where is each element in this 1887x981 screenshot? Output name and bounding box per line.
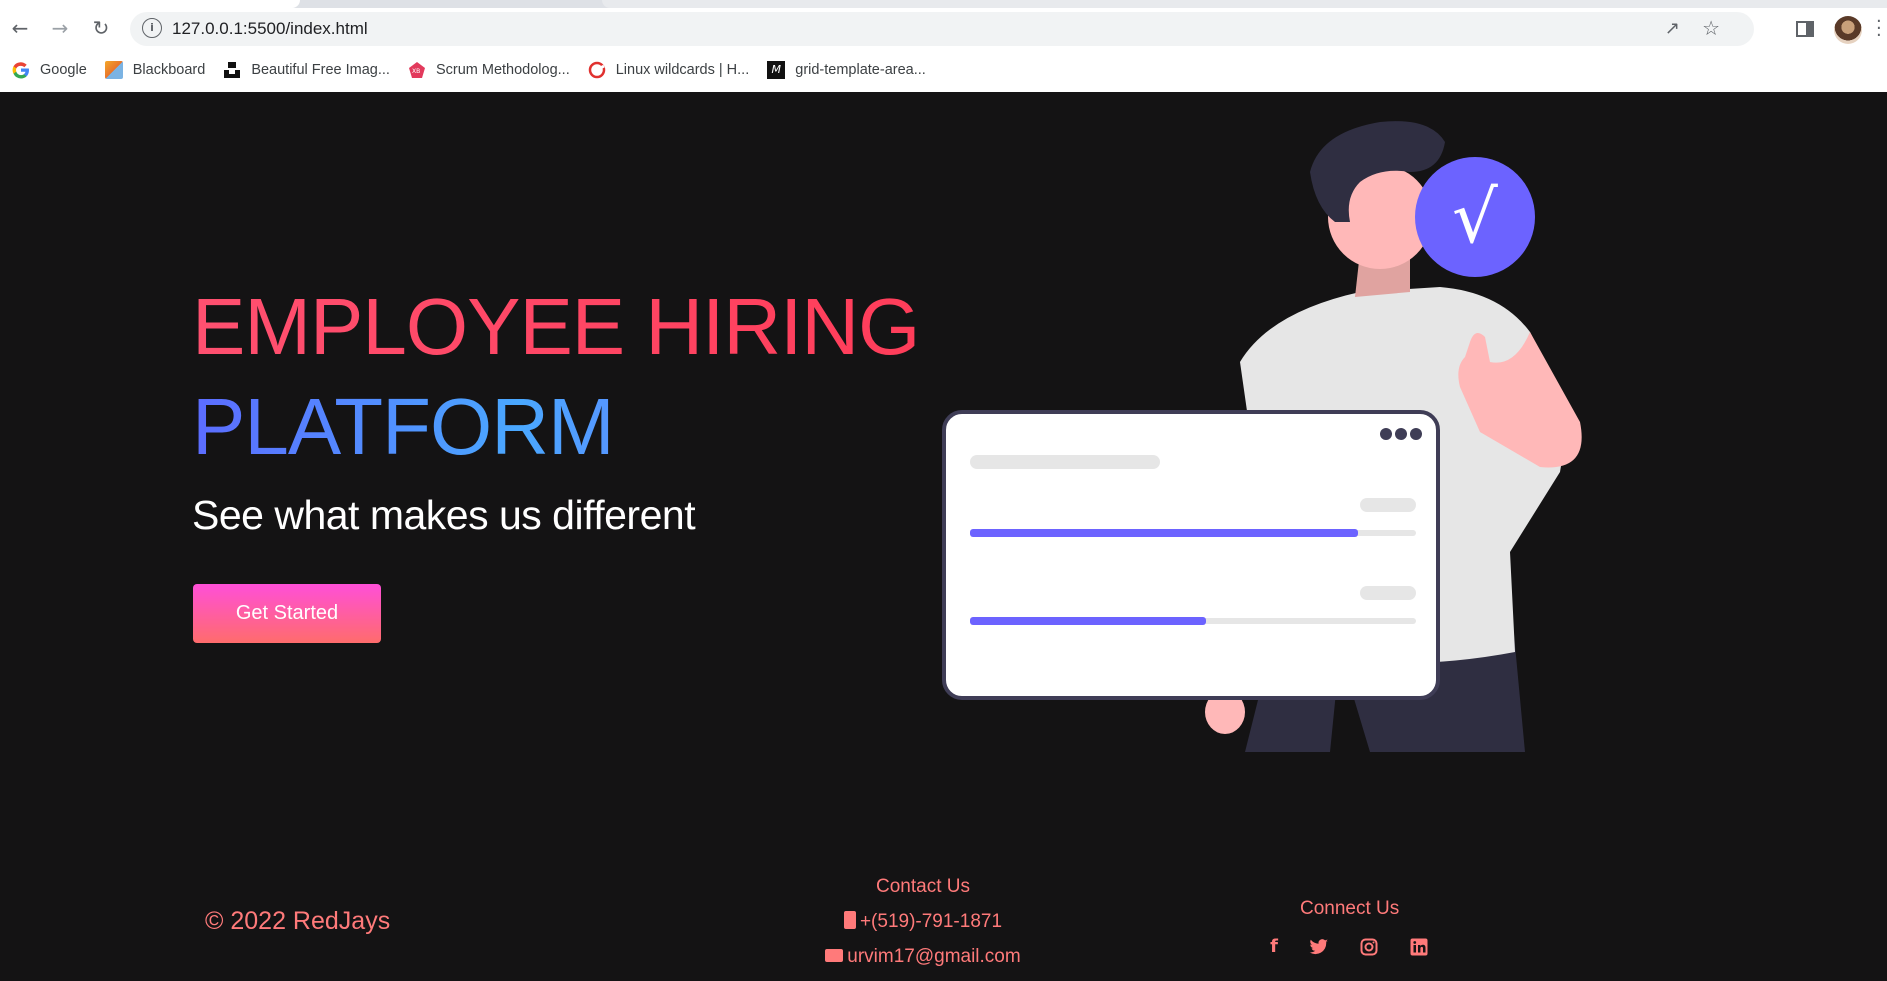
hero-subtitle: See what makes us different xyxy=(192,492,696,538)
bookmark-google[interactable]: Google xyxy=(12,56,87,84)
browser-chrome: ← → ↻ i 127.0.0.1:5500/index.html ↗ ☆ · ·… xyxy=(0,0,1887,92)
svg-text:XB: XB xyxy=(412,68,420,75)
twitter-icon[interactable] xyxy=(1307,935,1331,959)
hero-title-line-2: PLATFORM xyxy=(192,377,919,477)
bookmark-star-icon[interactable]: ☆ xyxy=(1702,16,1720,40)
contact-email[interactable]: urvim17@gmail.com xyxy=(0,946,1846,968)
blackboard-icon xyxy=(104,61,123,79)
site-info-icon[interactable]: i xyxy=(142,18,162,38)
google-icon xyxy=(12,61,30,79)
bookmark-scrum[interactable]: XB Scrum Methodolog... xyxy=(408,56,570,84)
linux-icon xyxy=(588,61,606,79)
landing-page: EMPLOYEE HIRING PLATFORM See what makes … xyxy=(0,92,1887,981)
email-text: urvim17@gmail.com xyxy=(847,946,1021,967)
xb-icon: XB xyxy=(408,61,426,79)
stats-card xyxy=(942,410,1440,700)
forward-arrow-icon[interactable]: → xyxy=(45,13,75,43)
linkedin-icon[interactable] xyxy=(1407,935,1431,959)
bookmarks-bar: Google Blackboard Beautiful Free Imag...… xyxy=(0,56,1887,84)
bookmark-blackboard[interactable]: Blackboard xyxy=(104,56,205,84)
phone-text: +(519)-791-1871 xyxy=(859,911,1003,932)
connect-title: Connect Us xyxy=(1300,898,1400,919)
menu-kebab-icon[interactable]: · · · xyxy=(1876,13,1882,45)
unsplash-icon xyxy=(223,61,241,79)
contact-title: Contact Us xyxy=(876,876,970,897)
progress-fill-2 xyxy=(970,617,1206,625)
share-icon[interactable]: ↗ xyxy=(1665,18,1680,39)
hero-title-line-1: EMPLOYEE HIRING xyxy=(192,277,920,377)
card-placeholder-pill xyxy=(1360,586,1416,600)
reload-icon[interactable]: ↻ xyxy=(86,13,116,43)
footer: © 2022 RedJays Contact Us +(519)-791-187… xyxy=(0,92,1887,967)
contact-phone[interactable]: +(519)-791-1871 xyxy=(0,911,1846,933)
back-arrow-icon[interactable]: ← xyxy=(5,13,35,43)
facebook-icon[interactable]: f xyxy=(1262,935,1286,959)
card-dot xyxy=(1380,428,1392,440)
bookmark-mdn[interactable]: M grid-template-area... xyxy=(767,56,926,84)
card-dot xyxy=(1395,428,1407,440)
phone-icon xyxy=(843,911,856,929)
mdn-icon: M xyxy=(767,61,786,79)
card-placeholder-line xyxy=(970,455,1160,469)
bookmark-linux[interactable]: Linux wildcards | H... xyxy=(588,56,749,84)
get-started-button[interactable]: Get Started xyxy=(193,584,381,643)
inactive-tab[interactable] xyxy=(602,0,1887,8)
card-dot xyxy=(1410,428,1422,440)
progress-fill-1 xyxy=(970,529,1358,537)
url-text[interactable]: 127.0.0.1:5500/index.html xyxy=(172,19,368,39)
profile-avatar[interactable] xyxy=(1834,16,1862,44)
side-panel-icon[interactable] xyxy=(1796,21,1814,37)
bookmark-unsplash[interactable]: Beautiful Free Imag... xyxy=(223,56,390,84)
envelope-icon xyxy=(825,949,844,962)
card-placeholder-pill xyxy=(1360,498,1416,512)
hero-title: EMPLOYEE HIRING PLATFORM xyxy=(192,277,920,477)
tab-strip xyxy=(0,0,1887,8)
instagram-icon[interactable] xyxy=(1357,935,1381,959)
address-bar[interactable]: i 127.0.0.1:5500/index.html ↗ ☆ xyxy=(130,12,1754,46)
hiring-illustration: √ xyxy=(942,121,1582,752)
active-tab[interactable] xyxy=(0,0,300,8)
